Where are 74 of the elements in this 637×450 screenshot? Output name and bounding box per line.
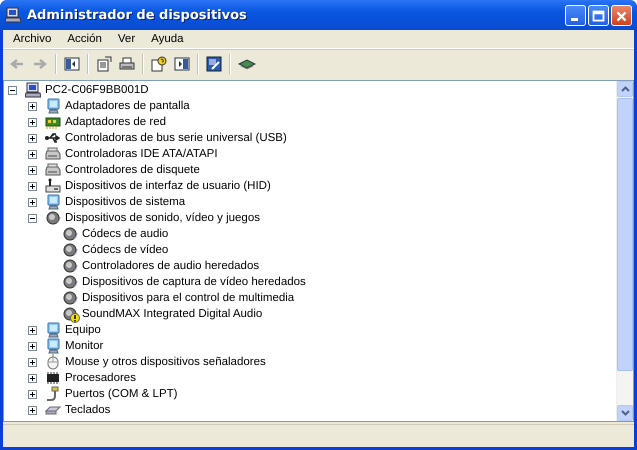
tree-item[interactable]: Dispositivos de captura de vídeo heredados (81, 276, 307, 288)
chip-icon (45, 370, 61, 386)
tree-item[interactable]: Mouse y otros dispositivos señaladores (64, 356, 267, 368)
expand-toggle[interactable] (28, 166, 37, 174)
maximize-button[interactable] (588, 4, 609, 26)
monitor-icon (45, 338, 61, 354)
menu-item[interactable]: Archivo (5, 33, 60, 45)
joystick-icon (45, 178, 61, 194)
speaker-icon (62, 226, 78, 242)
expand-toggle[interactable] (28, 198, 37, 206)
tree-item[interactable]: Dispositivos de sonido, vídeo y juegos (64, 212, 261, 224)
expand-toggle[interactable] (28, 134, 37, 142)
caret-down-icon (620, 410, 630, 416)
expand-toggle[interactable] (28, 150, 37, 158)
help-icon[interactable] (151, 56, 167, 72)
monitor-icon (45, 98, 61, 114)
tree-item[interactable]: Monitor (64, 340, 104, 352)
speaker-icon (62, 290, 78, 306)
tree-item[interactable]: Controladores de disquete (64, 164, 201, 176)
menu-item[interactable]: Ver (110, 33, 144, 45)
window-title: Administrador de dispositivos (27, 8, 248, 22)
tree-item[interactable]: Dispositivos para el control de multimedia (81, 292, 296, 304)
tree-item[interactable]: Teclados (64, 404, 112, 416)
tree-item[interactable]: SoundMAX Integrated Digital Audio (81, 308, 264, 320)
speaker-icon (62, 242, 78, 258)
tree-item[interactable]: Controladoras de bus serie universal (USB) (64, 132, 288, 144)
expand-toggle[interactable] (28, 102, 37, 110)
pane-icon[interactable] (174, 56, 190, 72)
speaker-icon (45, 210, 61, 226)
tree-item[interactable]: Puertos (COM & LPT) (64, 388, 178, 400)
properties-icon[interactable] (96, 56, 112, 72)
scroll-thumb[interactable] (617, 98, 633, 372)
menu-item[interactable]: Acción (59, 33, 110, 45)
computer-icon (5, 7, 21, 23)
monitor-icon (45, 322, 61, 338)
collapse-toggle[interactable] (8, 86, 17, 94)
caret-up-icon (620, 86, 630, 92)
menu-item[interactable]: Ayuda (143, 33, 192, 45)
speaker-icon (62, 274, 78, 290)
collapse-toggle[interactable] (28, 214, 37, 222)
minimize-button[interactable] (565, 4, 586, 26)
tree-item[interactable]: Códecs de audio (81, 228, 170, 240)
computer-icon (25, 82, 41, 98)
monitor-icon (45, 194, 61, 210)
tree-item[interactable]: Adaptadores de pantalla (64, 100, 191, 112)
scroll-down-button[interactable] (617, 405, 633, 421)
tree-item[interactable]: Códecs de vídeo (81, 244, 170, 256)
connector-icon (45, 386, 61, 402)
expand-toggle[interactable] (28, 326, 37, 334)
expand-toggle[interactable] (28, 182, 37, 190)
scroll-up-button[interactable] (617, 81, 633, 97)
drive-icon (45, 146, 61, 162)
split-pane-icon[interactable] (64, 56, 80, 72)
tree-item[interactable]: PC2-C06F9BB001D (44, 84, 150, 96)
expand-toggle[interactable] (28, 390, 37, 398)
close-button[interactable] (611, 4, 632, 26)
scrollbar[interactable] (616, 81, 633, 421)
expand-toggle[interactable] (28, 118, 37, 126)
printer-icon[interactable] (119, 56, 135, 72)
drive-icon (45, 162, 61, 178)
expand-toggle[interactable] (28, 406, 37, 414)
expand-toggle[interactable] (28, 342, 37, 350)
tree-item[interactable]: Dispositivos de sistema (64, 196, 186, 208)
tree-item[interactable]: Procesadores (64, 372, 137, 384)
tree-item[interactable]: Dispositivos de interfaz de usuario (HID) (64, 180, 272, 192)
expand-toggle[interactable] (28, 374, 37, 382)
minimize-icon (571, 18, 578, 20)
expand-toggle[interactable] (28, 358, 37, 366)
tree-item[interactable]: Controladoras IDE ATA/ATAPI (64, 148, 219, 160)
speaker-icon (62, 258, 78, 274)
tree-item[interactable]: Controladores de audio heredados (81, 260, 260, 272)
tree-item[interactable]: Adaptadores de red (64, 116, 168, 128)
tree-item[interactable]: Equipo (64, 324, 102, 336)
mouse-icon (45, 354, 61, 370)
